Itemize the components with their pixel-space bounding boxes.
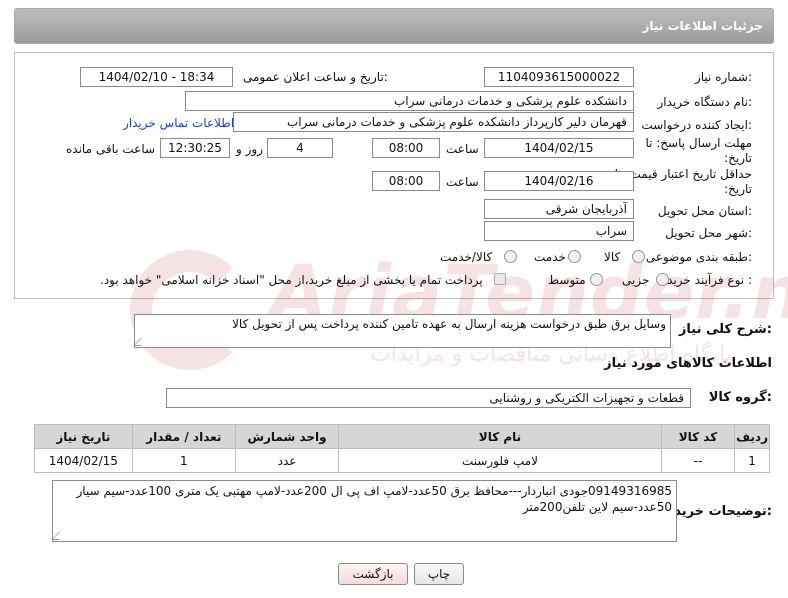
resize-grip-icon[interactable] [53,532,67,540]
cell-code: -- [660,448,736,473]
remaining-time-field[interactable]: 12:30:25 [160,138,230,158]
description-text: وسایل برق طبق درخواست هزینه ارسال به عهد… [232,317,666,331]
price-time-field[interactable]: 08:00 [372,171,440,191]
table-header-row: ردیف کد کالا نام کالا واحد شمارش تعداد /… [34,424,770,449]
category-option-goods: کالا [604,250,621,264]
creator-label: ایجاد کننده درخواست: [641,118,752,132]
category-radio-service[interactable] [568,250,581,263]
buyer-contact-link[interactable]: اطلاعات تماس خریدار [123,116,234,130]
category-label: طبقه بندی موضوعی: [645,250,752,264]
cell-name: لامپ فلورسنت [338,448,662,473]
print-button[interactable]: چاپ [414,563,464,585]
reply-time-label: ساعت [446,142,479,156]
col-unit: واحد شمارش [234,424,340,449]
need-number-label: شماره نیاز: [694,70,752,84]
buyer-notes-text: 09149316985جودی انباردار---محافظ برق 50ع… [76,484,672,514]
cell-qty: 1 [131,448,236,473]
description-label: شرح کلی نیاز: [678,322,772,337]
province-label: استان محل تحویل: [657,204,752,218]
process-radio-minor[interactable] [656,273,669,286]
goods-group-field[interactable]: قطعات و تجهیزات الکتریکی و روشنایی [166,388,691,408]
reply-deadline-label: مهلت ارسال پاسخ: تا تاریخ: [645,136,752,165]
city-field[interactable]: سراب [484,221,634,241]
price-time-label: ساعت [446,175,479,189]
days-field[interactable]: 4 [267,138,333,158]
treasury-payment-checkbox[interactable] [494,273,506,285]
goods-group-label: گروه کالا: [708,390,772,405]
page-header: جزئیات اطلاعات نیاز [14,8,774,44]
resize-grip-icon[interactable] [135,338,149,346]
days-label: روز و [236,142,263,156]
process-option-minor: جزیی [622,273,650,287]
cell-date: 1404/02/15 [34,448,133,473]
buyer-notes-textarea[interactable]: 09149316985جودی انباردار---محافظ برق 50ع… [52,480,677,542]
goods-info-title: اطلاعات کالاهای مورد نیاز [604,356,772,371]
buyer-org-field[interactable]: دانشکده علوم پزشکی و خدمات درمانی سراب [185,91,634,111]
col-row: ردیف [734,424,770,449]
payment-note: پرداخت تمام یا بخشی از مبلغ خرید،از محل … [100,273,483,287]
need-number-field[interactable]: 1104093615000022 [484,67,634,87]
col-name: نام کالا [338,424,662,449]
province-field[interactable]: آذربایجان شرقی [484,199,634,219]
back-button[interactable]: بازگشت [338,563,408,585]
announce-label: تاریخ و ساعت اعلان عمومی: [243,70,388,84]
items-table: ردیف کد کالا نام کالا واحد شمارش تعداد /… [34,424,770,473]
process-label: نوع فرآیند خرید : [667,273,752,287]
category-radio-goods[interactable] [632,250,645,263]
reply-time-field[interactable]: 08:00 [372,138,440,158]
category-option-service: خدمت [534,250,566,264]
buyer-notes-label: توضیحات خریدار: [662,504,772,519]
cell-unit: عدد [234,448,340,473]
buyer-org-label: نام دستگاه خریدار: [657,95,753,109]
announce-field[interactable]: 1404/02/10 - 18:34 [80,67,233,87]
reply-date-field[interactable]: 1404/02/15 [484,138,634,158]
price-date-field[interactable]: 1404/02/16 [484,171,634,191]
col-date: تاریخ نیاز [34,424,133,449]
creator-field[interactable]: قهرمان دلیر کارپرداز دانشکده علوم پزشکی … [233,112,634,132]
category-radio-goods-service[interactable] [504,250,517,263]
col-code: کد کالا [660,424,736,449]
page-title: جزئیات اطلاعات نیاز [642,19,763,33]
city-label: شهر محل تحویل: [665,226,752,240]
category-option-goods-service: کالا/خدمت [440,250,493,264]
process-radio-medium[interactable] [590,273,603,286]
process-option-medium: متوسط [548,273,586,287]
description-textarea[interactable]: وسایل برق طبق درخواست هزینه ارسال به عهد… [134,314,671,348]
cell-row: 1 [734,448,770,473]
col-qty: تعداد / مقدار [131,424,236,449]
table-row[interactable]: 1 -- لامپ فلورسنت عدد 1 1404/02/15 [34,448,770,473]
remaining-time-label: ساعت باقی مانده [66,142,156,156]
